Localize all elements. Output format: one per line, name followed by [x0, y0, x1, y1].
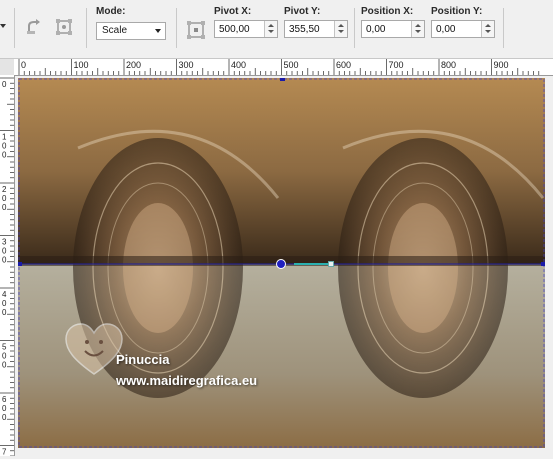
ruler-label: 0 [2, 256, 7, 265]
ruler-label: 0 [2, 247, 7, 256]
ruler-label: 0 [2, 203, 7, 212]
vertical-ruler-graphic: 0100200300400500600700 [0, 77, 14, 459]
pivot-point-icon[interactable] [186, 20, 206, 40]
reset-icon[interactable] [24, 17, 44, 37]
handle-middle-left[interactable] [18, 262, 22, 266]
position-x-label: Position X: [361, 6, 414, 17]
ruler-label: 0 [2, 80, 7, 89]
transform-mode-icon[interactable] [54, 17, 74, 37]
chevron-down-icon [155, 29, 161, 33]
pivot-point-handle[interactable] [276, 259, 286, 269]
arrow-up-icon [268, 24, 274, 27]
ruler-corner [0, 59, 15, 76]
mode-select-value: Scale [102, 25, 128, 36]
separator [176, 8, 177, 48]
ruler-label: 6 [2, 395, 7, 404]
separator [86, 8, 87, 48]
pivot-y-field[interactable] [284, 20, 348, 38]
mode-label: Mode: [96, 6, 126, 17]
ruler-label: 400 [231, 60, 246, 70]
ruler-label: 1 [2, 133, 7, 142]
arrow-down-icon [415, 30, 421, 33]
arrow-up-icon [485, 24, 491, 27]
handle-top-center[interactable] [280, 78, 285, 81]
ruler-label: 0 [2, 413, 7, 422]
position-y-spinner[interactable] [481, 21, 494, 37]
rotation-handle[interactable] [328, 261, 334, 267]
ruler-label: 0 [2, 142, 7, 151]
ruler-label: 0 [2, 299, 7, 308]
watermark-site: www.maidiregrafica.eu [116, 373, 258, 388]
ruler-label: 0 [2, 194, 7, 203]
ruler-label: 4 [2, 290, 7, 299]
separator [14, 8, 15, 48]
ruler-label: 5 [2, 343, 7, 352]
arrow-down-icon [268, 30, 274, 33]
ruler-label: 900 [494, 60, 509, 70]
pivot-y-spinner[interactable] [334, 21, 347, 37]
ruler-label: 0 [2, 151, 7, 160]
arrow-up-icon [415, 24, 421, 27]
tool-options-bar: Mode: Scale Pivot X: Pivot Y: Position X… [0, 0, 553, 59]
ruler-label: 200 [126, 60, 141, 70]
arrow-up-icon [338, 24, 344, 27]
ruler-label: 7 [2, 448, 7, 457]
watermark-name: Pinuccia [116, 352, 170, 367]
position-x-spinner[interactable] [411, 21, 424, 37]
arrow-down-icon [338, 30, 344, 33]
separator [354, 8, 355, 48]
ruler-label: 100 [74, 60, 89, 70]
vertical-ruler[interactable]: 0100200300400500600700 [0, 75, 15, 459]
ruler-label: 600 [336, 60, 351, 70]
horizontal-ruler-graphic: 0 100 200 300 400 500 600 700 800 900 [18, 59, 540, 75]
ruler-label: 0 [2, 361, 7, 370]
pivot-x-spinner[interactable] [264, 21, 277, 37]
pivot-x-field[interactable] [214, 20, 278, 38]
ruler-label: 0 [2, 404, 7, 413]
pivot-x-label: Pivot X: [214, 6, 252, 17]
position-x-field[interactable] [361, 20, 425, 38]
ruler-label: 0 [2, 308, 7, 317]
ruler-label: 2 [2, 185, 7, 194]
position-y-field[interactable] [431, 20, 495, 38]
ruler-label: 300 [179, 60, 194, 70]
horizontal-ruler[interactable]: 0 100 200 300 400 500 600 700 800 900 [14, 59, 553, 76]
ruler-label: 0 [2, 352, 7, 361]
ruler-label: 500 [284, 60, 299, 70]
heart-logo-icon [65, 323, 123, 375]
ruler-label: 3 [2, 238, 7, 247]
ruler-label: 700 [389, 60, 404, 70]
handle-middle-right[interactable] [541, 262, 545, 266]
watermark: Pinuccia www.maidiregrafica.eu [64, 322, 294, 417]
rotation-handle-bar [294, 263, 328, 265]
separator [503, 8, 504, 48]
position-y-label: Position Y: [431, 6, 483, 17]
pivot-y-label: Pivot Y: [284, 6, 321, 17]
ruler-label: 800 [441, 60, 456, 70]
ruler-label: 0 [21, 60, 26, 70]
mode-select[interactable]: Scale [96, 22, 166, 40]
preset-dropdown-arrow[interactable] [0, 24, 6, 28]
arrow-down-icon [485, 30, 491, 33]
